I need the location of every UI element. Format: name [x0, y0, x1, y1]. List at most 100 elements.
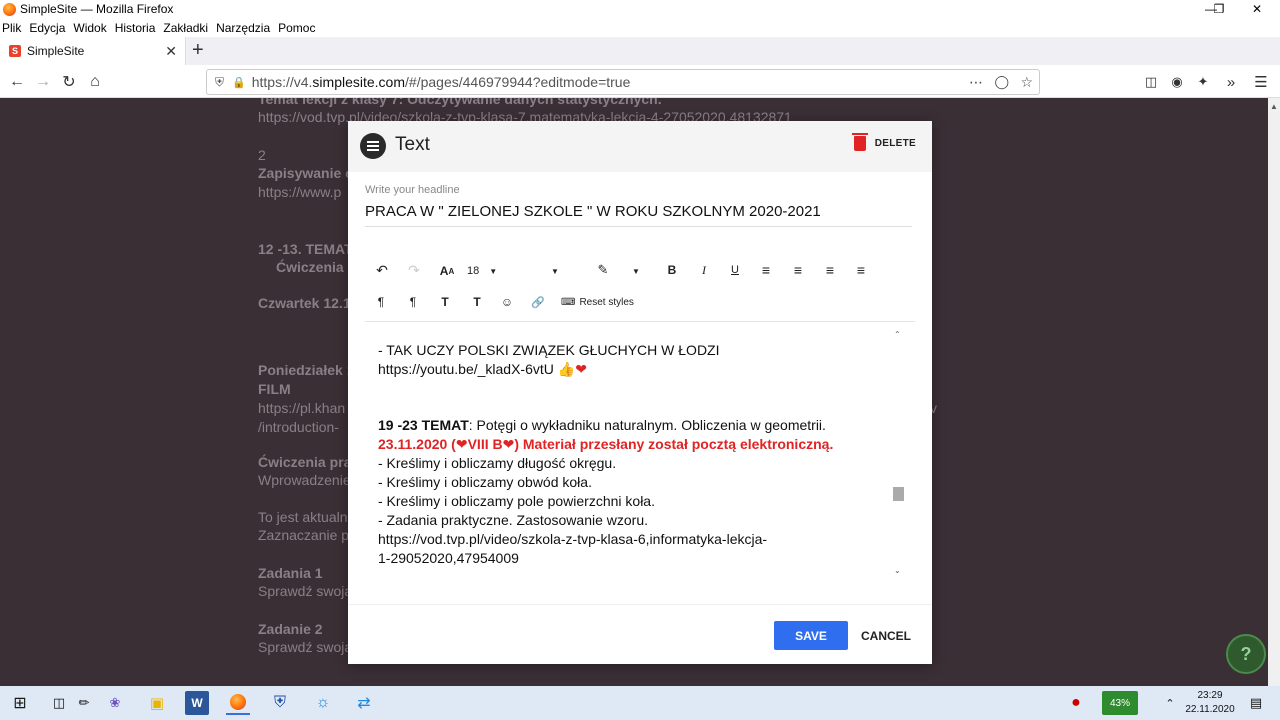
- menu-file[interactable]: Plik: [2, 21, 21, 35]
- text-color-brush-icon[interactable]: ✎: [595, 262, 611, 278]
- scroll-up-icon[interactable]: ⌃: [894, 330, 901, 339]
- reset-styles-button[interactable]: ⌨ Reset styles: [561, 294, 634, 310]
- reload-button[interactable]: ↻: [58, 71, 80, 93]
- bold-button[interactable]: B: [665, 262, 679, 278]
- content-line: 1-29052020,47954009: [378, 550, 519, 566]
- help-button[interactable]: ?: [1226, 634, 1266, 674]
- close-tab-icon[interactable]: ✕: [165, 43, 177, 60]
- bg-line: 12 -13. TEMAT: [258, 241, 353, 257]
- content-line: - TAK UCZY POLSKI ZWIĄZEK GŁUCHYCH W ŁOD…: [378, 342, 720, 358]
- headline-input[interactable]: PRACA W " ZIELONEJ SZKOLE " W ROKU SZKOL…: [365, 201, 912, 227]
- headline-label: Write your headline: [365, 184, 460, 196]
- bg-line: Zapisywanie o: [258, 165, 354, 181]
- hamburger-menu-icon[interactable]: ☰: [1250, 71, 1272, 93]
- sidebar-icon[interactable]: ◫: [1140, 71, 1162, 93]
- bg-line: FILM: [258, 381, 291, 397]
- bookmark-star-icon[interactable]: ☆: [1020, 74, 1033, 91]
- link-icon[interactable]: 🔗: [531, 294, 545, 310]
- lock-icon[interactable]: 🔒: [232, 76, 246, 89]
- italic-button[interactable]: I: [697, 262, 711, 278]
- system-clock[interactable]: 23:29 22.11.2020: [1180, 689, 1240, 717]
- pocket-icon[interactable]: ◯: [994, 74, 1009, 90]
- home-button[interactable]: ⌂: [84, 71, 106, 93]
- menu-history[interactable]: Historia: [115, 21, 156, 35]
- bg-line: Wprowadzenie: [258, 472, 351, 488]
- underline-button[interactable]: U: [728, 262, 742, 278]
- bg-line: To jest aktualn: [258, 509, 348, 525]
- text-color-dropdown-icon[interactable]: ▼: [630, 263, 642, 279]
- firefox-taskbar-icon[interactable]: [226, 691, 250, 715]
- teamviewer-icon[interactable]: ⇄: [352, 691, 376, 715]
- new-tab-button[interactable]: +: [192, 39, 204, 62]
- undo-icon[interactable]: ↶: [374, 262, 390, 278]
- paragraph-ltr-icon[interactable]: ¶: [374, 294, 388, 310]
- bg-line: /introduction-: [258, 419, 339, 435]
- menu-view[interactable]: Widok: [73, 21, 106, 35]
- font-size-select[interactable]: 18 ▼: [467, 263, 501, 279]
- extension-icon[interactable]: ✦: [1192, 71, 1214, 93]
- heart-icon: ❤: [502, 436, 515, 452]
- bg-line: Czwartek 12.1: [258, 295, 351, 311]
- vpn-shield-icon[interactable]: ⛨: [268, 691, 292, 715]
- url-text: https://v4.simplesite.com/#/pages/446979…: [251, 74, 631, 90]
- menu-help[interactable]: Pomoc: [278, 21, 315, 35]
- redo-icon[interactable]: ↷: [406, 262, 422, 278]
- eraser-icon: ⌨: [561, 296, 576, 308]
- bg-line: Poniedziałek 1: [258, 362, 355, 378]
- back-button[interactable]: ←: [6, 71, 28, 93]
- word-icon[interactable]: W: [185, 691, 209, 715]
- windows-taskbar: ⊞ ◫ ✏ ❀ ▣ W ⛨ ☼ ⇄ ● 43% ⌃ 23:29 22.11.20…: [0, 686, 1280, 720]
- bg-line: Ćwiczenia p: [276, 259, 357, 275]
- address-bar[interactable]: ⛨ 🔒 https://v4.simplesite.com/#/pages/44…: [206, 69, 1040, 95]
- align-left-icon[interactable]: ≡: [759, 262, 773, 278]
- shield-icon[interactable]: ⛨: [215, 75, 224, 90]
- modal-title: Text: [395, 134, 430, 155]
- superscript-icon[interactable]: T: [438, 294, 452, 310]
- forward-button[interactable]: →: [32, 71, 54, 93]
- rich-text-editor[interactable]: - TAK UCZY POLSKI ZWIĄZEK GŁUCHYCH W ŁOD…: [365, 326, 907, 581]
- account-icon[interactable]: ◉: [1166, 71, 1188, 93]
- window-title-bar: SimpleSite — Mozilla Firefox — ❐ ✕: [0, 0, 1280, 18]
- overflow-chevron-icon[interactable]: »: [1220, 71, 1242, 93]
- antivirus-tray-icon[interactable]: ●: [1064, 691, 1088, 715]
- bg-line: Sprawdź swoja: [258, 639, 353, 655]
- scrollbar-thumb[interactable]: [893, 487, 904, 501]
- battery-indicator[interactable]: 43%: [1102, 691, 1138, 715]
- font-family-dropdown-icon[interactable]: ▼: [549, 263, 561, 279]
- file-explorer-icon[interactable]: ▣: [145, 691, 169, 715]
- heart-icon: ❤: [455, 436, 468, 452]
- paint-icon[interactable]: ❀: [103, 691, 127, 715]
- clock-date: 22.11.2020: [1185, 704, 1235, 715]
- tray-chevron-up-icon[interactable]: ⌃: [1158, 691, 1182, 715]
- emoji-icon[interactable]: ☺: [500, 294, 514, 310]
- align-justify-icon[interactable]: ≡: [854, 262, 868, 278]
- bg-line: https://pl.khan: [258, 400, 346, 416]
- pen-workspace-icon[interactable]: ✏: [72, 691, 96, 715]
- page-actions-icon[interactable]: ⋯: [969, 74, 983, 91]
- editor-divider: [365, 321, 915, 322]
- notifications-icon[interactable]: ▤: [1244, 691, 1268, 715]
- save-button[interactable]: SAVE: [774, 621, 848, 650]
- menu-edit[interactable]: Edycja: [29, 21, 65, 35]
- menu-bookmarks[interactable]: Zakładki: [163, 21, 208, 35]
- scroll-up-icon[interactable]: ▲: [1270, 102, 1278, 111]
- scroll-down-icon[interactable]: ⌄: [894, 566, 901, 575]
- content-line: - Kreślimy i obliczamy obwód koła.: [378, 474, 592, 490]
- paragraph-rtl-icon[interactable]: ¶: [406, 294, 420, 310]
- cancel-button[interactable]: CANCEL: [856, 621, 916, 650]
- delete-button[interactable]: DELETE: [851, 133, 916, 151]
- start-windows-icon[interactable]: ⊞: [8, 691, 32, 715]
- modal-footer-divider: [348, 604, 932, 605]
- align-right-icon[interactable]: ≡: [823, 262, 837, 278]
- internet-explorer-icon[interactable]: ☼: [311, 691, 335, 715]
- task-view-icon[interactable]: ◫: [47, 691, 71, 715]
- tab-simplesite[interactable]: S SimpleSite ✕: [0, 37, 186, 65]
- page-scrollbar[interactable]: ▲: [1268, 98, 1280, 686]
- font-size-icon[interactable]: AA: [438, 263, 456, 279]
- align-center-icon[interactable]: ≡: [791, 262, 805, 278]
- menu-tools[interactable]: Narzędzia: [216, 21, 270, 35]
- heart-icon: ❤: [575, 361, 587, 377]
- editor-scrollbar[interactable]: ⌃ ⌄: [891, 328, 906, 581]
- subscript-icon[interactable]: T: [470, 294, 484, 310]
- close-window-button[interactable]: ✕: [1234, 0, 1280, 18]
